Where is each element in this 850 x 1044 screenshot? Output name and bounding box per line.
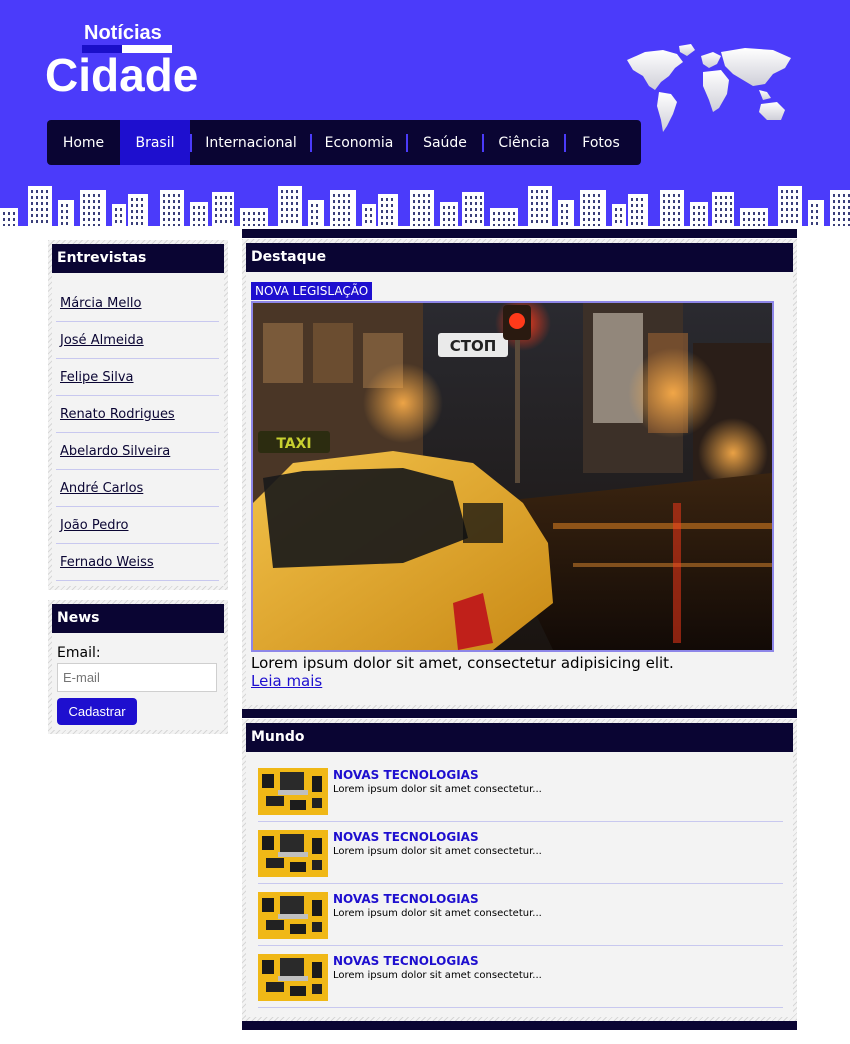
list-item[interactable]: NOVAS TECNOLOGIAS Lorem ipsum dolor sit … [258,884,783,946]
email-label: Email: [57,645,101,661]
list-item: Fernado Weiss [56,544,219,581]
list-item: João Pedro [56,507,219,544]
list-item: Márcia Mello [56,285,219,322]
read-more-link[interactable]: Leia mais [251,672,793,690]
nav-saude[interactable]: Saúde [408,120,482,165]
newsletter-panel: News Email: Cadastrar [48,600,228,734]
world-item-title[interactable]: NOVAS TECNOLOGIAS [333,954,542,968]
featured-image[interactable]: СТОП TAXI [251,301,774,652]
world-title: Mundo [246,723,793,752]
world-item-title[interactable]: NOVAS TECNOLOGIAS [333,892,542,906]
list-item: Felipe Silva [56,359,219,396]
interview-link[interactable]: Fernado Weiss [60,555,154,570]
interview-link[interactable]: Abelardo Silveira [60,444,170,459]
section-divider [242,229,797,238]
newsletter-title: News [52,604,224,633]
world-news-list: NOVAS TECNOLOGIAS Lorem ipsum dolor sit … [246,752,793,1008]
list-item[interactable]: NOVAS TECNOLOGIAS Lorem ipsum dolor sit … [258,822,783,884]
list-item[interactable]: NOVAS TECNOLOGIAS Lorem ipsum dolor sit … [258,946,783,1008]
nav-brasil[interactable]: Brasil [120,120,190,165]
interview-link[interactable]: Felipe Silva [60,370,134,385]
world-panel: Mundo NOVAS TECNOLOGIAS Lorem ipsum dolo… [242,719,797,1021]
featured-panel: Destaque NOVA LEGISLAÇÃO СТОП TAXI Lorem… [242,239,797,709]
world-item-title[interactable]: NOVAS TECNOLOGIAS [333,768,542,782]
list-item: José Almeida [56,322,219,359]
tech-thumbnail[interactable] [258,830,328,877]
nav-fotos[interactable]: Fotos [566,120,636,165]
world-item-summary: Lorem ipsum dolor sit amet consectetur..… [333,970,542,981]
list-item: Abelardo Silveira [56,433,219,470]
logo-main-text[interactable]: Cidade [45,48,198,102]
section-divider [242,709,797,718]
interview-link[interactable]: Renato Rodrigues [60,407,175,422]
city-skyline-decoration [0,180,850,230]
email-field[interactable] [57,663,217,692]
featured-title: Destaque [246,243,793,272]
subscribe-button[interactable]: Cadastrar [57,698,137,725]
site-header: Notícias Cidade Home Brasil Internaciona… [0,0,850,230]
tech-thumbnail[interactable] [258,892,328,939]
list-item: André Carlos [56,470,219,507]
nav-internacional[interactable]: Internacional [192,120,310,165]
interview-link[interactable]: André Carlos [60,481,143,496]
world-item-summary: Lorem ipsum dolor sit amet consectetur..… [333,908,542,919]
tech-thumbnail[interactable] [258,954,328,1001]
list-item: Renato Rodrigues [56,396,219,433]
interview-link[interactable]: Márcia Mello [60,296,142,311]
section-divider [242,1021,797,1030]
world-item-summary: Lorem ipsum dolor sit amet consectetur..… [333,846,542,857]
world-item-summary: Lorem ipsum dolor sit amet consectetur..… [333,784,542,795]
nav-economia[interactable]: Economia [312,120,406,165]
interviews-title: Entrevistas [52,244,224,273]
featured-summary: Lorem ipsum dolor sit amet, consectetur … [251,654,674,672]
world-map-icon [627,44,791,132]
list-item[interactable]: NOVAS TECNOLOGIAS Lorem ipsum dolor sit … [258,760,783,822]
nav-ciencia[interactable]: Ciência [484,120,564,165]
interview-link[interactable]: João Pedro [60,518,128,533]
main-nav: Home Brasil Internacional Economia Saúde… [47,120,641,165]
stop-sign-text: СТОП [450,337,497,355]
world-item-title[interactable]: NOVAS TECNOLOGIAS [333,830,542,844]
taxi-sign-text: TAXI [276,436,311,452]
nav-home[interactable]: Home [47,120,120,165]
logo-top-text: Notícias [84,22,162,44]
interview-link[interactable]: José Almeida [60,333,144,348]
tech-thumbnail[interactable] [258,768,328,815]
interviews-list: Márcia Mello José Almeida Felipe Silva R… [52,273,224,581]
category-tag[interactable]: NOVA LEGISLAÇÃO [251,282,373,300]
interviews-panel: Entrevistas Márcia Mello José Almeida Fe… [48,240,228,590]
